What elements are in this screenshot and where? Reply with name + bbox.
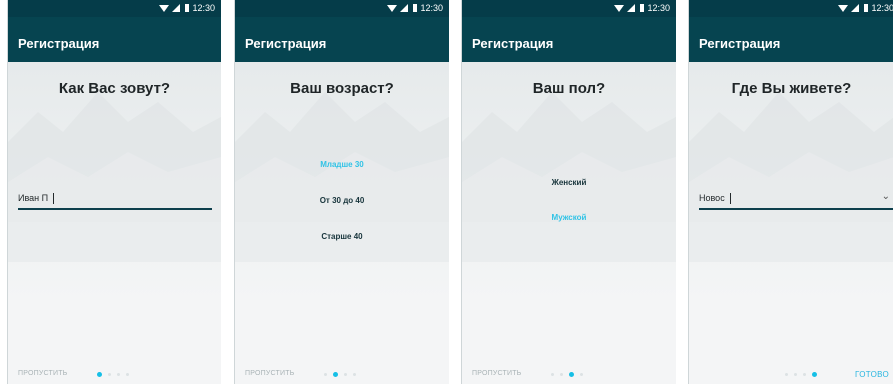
screen-city: 12:30 Регистрация Где Вы живете? Новос ⌄… [688,0,893,384]
mountain-background [235,62,449,302]
page-dot-2[interactable] [108,373,111,376]
battery-icon [640,4,645,12]
page-dot-2[interactable] [794,373,797,376]
done-button[interactable]: ГОТОВО [855,370,889,379]
page-dot-1[interactable] [324,373,327,376]
status-time: 12:30 [192,3,215,13]
city-select[interactable]: Новос ⌄ [699,190,893,210]
skip-button[interactable]: ПРОПУСТИТЬ [18,370,67,377]
status-time: 12:30 [420,3,443,13]
page-dot-1[interactable] [785,373,788,376]
page-dot-4[interactable] [812,372,817,377]
battery-icon [185,4,190,12]
page-indicator [551,372,583,377]
page-dot-4[interactable] [580,373,583,376]
app-title: Регистрация [699,36,781,51]
page-dot-3[interactable] [803,373,806,376]
app-bar: Регистрация [235,17,449,62]
skip-button[interactable]: ПРОПУСТИТЬ [245,370,294,377]
status-bar: 12:30 [235,0,449,17]
app-title: Регистрация [245,36,327,51]
mountain-background [689,62,893,302]
age-option-over-40[interactable]: Старше 40 [235,232,449,241]
status-time: 12:30 [871,3,893,13]
page-dot-3[interactable] [117,373,120,376]
wifi-icon [614,4,625,12]
app-bar: Регистрация [462,17,676,62]
screen-name: 12:30 Регистрация Как Вас зовут? Иван П … [7,0,221,384]
gender-option-male[interactable]: Мужской [462,213,676,222]
skip-button[interactable]: ПРОПУСТИТЬ [472,370,521,377]
battery-icon [864,4,869,12]
question-title: Где Вы живете? [731,80,852,97]
page-dot-4[interactable] [353,373,356,376]
page-dot-1[interactable] [551,373,554,376]
gender-option-female[interactable]: Женский [462,178,676,187]
age-option-30-40[interactable]: От 30 до 40 [235,196,449,205]
signal-icon [627,4,636,12]
name-input[interactable]: Иван П [18,190,212,210]
name-input-value: Иван П [18,193,49,203]
signal-icon [851,4,860,12]
signal-icon [172,4,181,12]
wifi-icon [387,4,398,12]
status-bar: 12:30 [462,0,676,17]
text-cursor [729,193,731,205]
city-input-value: Новос [699,193,725,203]
status-bar: 12:30 [8,0,221,17]
page-dot-2[interactable] [333,372,338,377]
page-dot-3[interactable] [344,373,347,376]
page-indicator [785,372,817,377]
app-title: Регистрация [18,36,100,51]
page-indicator [324,372,356,377]
battery-icon [413,4,418,12]
text-cursor [53,193,55,205]
app-bar: Регистрация [8,17,221,62]
page-indicator [97,372,129,377]
question-title: Ваш возраст? [290,80,394,97]
app-bar: Регистрация [689,17,893,62]
page-dot-1[interactable] [97,372,102,377]
status-bar: 12:30 [689,0,893,17]
wifi-icon [159,4,170,12]
age-option-under-30[interactable]: Младше 30 [235,160,449,169]
signal-icon [400,4,409,12]
app-title: Регистрация [472,36,554,51]
mountain-background [8,62,221,302]
question-title: Как Вас зовут? [58,80,171,97]
page-dot-2[interactable] [560,373,563,376]
wifi-icon [838,4,849,12]
page-dot-3[interactable] [569,372,574,377]
screen-age: 12:30 Регистрация Ваш возраст? Младше 30… [234,0,449,384]
status-time: 12:30 [647,3,670,13]
question-title: Ваш пол? [532,80,606,97]
screen-gender: 12:30 Регистрация Ваш пол? Женский Мужск… [461,0,676,384]
chevron-down-icon[interactable]: ⌄ [882,191,890,202]
page-dot-4[interactable] [126,373,129,376]
